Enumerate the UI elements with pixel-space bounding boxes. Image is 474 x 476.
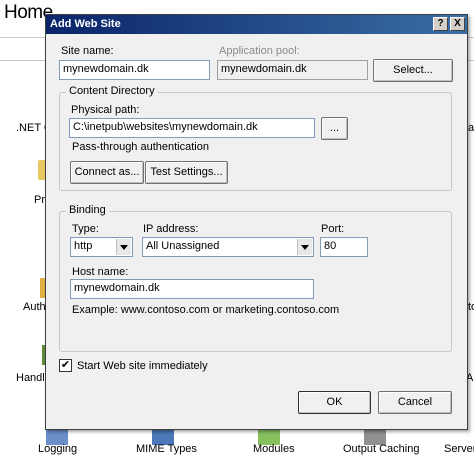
close-button[interactable]: X	[450, 17, 465, 31]
port-label: Port:	[321, 223, 345, 235]
content-directory-legend: Content Directory	[66, 85, 158, 97]
feature-label-mime-types[interactable]: MIME Types	[136, 443, 197, 455]
browse-button[interactable]: ...	[321, 117, 348, 140]
physical-path-label: Physical path:	[71, 104, 140, 116]
ok-button[interactable]: OK	[298, 391, 371, 414]
dialog-titlebar[interactable]: Add Web Site ? X	[46, 15, 467, 34]
auth-text: Pass-through authentication	[72, 141, 209, 153]
ip-address-select[interactable]: All Unassigned	[142, 237, 314, 257]
cancel-button[interactable]: Cancel	[378, 391, 452, 414]
host-name-example: Example: www.contoso.com or marketing.co…	[72, 304, 340, 316]
dialog-title: Add Web Site	[50, 18, 121, 30]
ip-address-value: All Unassigned	[146, 240, 220, 252]
site-name-label: Site name:	[61, 45, 114, 57]
app-pool-label: Application pool:	[219, 45, 300, 57]
test-settings-button[interactable]: Test Settings...	[145, 161, 228, 184]
feature-label-right[interactable]: a	[468, 122, 474, 134]
physical-path-input[interactable]: C:\inetpub\websites\mynewdomain.dk	[69, 118, 315, 138]
site-name-input[interactable]: mynewdomain.dk	[59, 60, 210, 80]
feature-label-server[interactable]: Server	[444, 443, 474, 455]
feature-label-logging[interactable]: Logging	[38, 443, 77, 455]
feature-label-right[interactable]: to	[468, 301, 474, 313]
ip-address-label: IP address:	[143, 223, 199, 235]
app-pool-field: mynewdomain.dk	[217, 60, 368, 80]
feature-label-auth[interactable]: Auth	[23, 301, 46, 313]
chevron-down-icon[interactable]	[297, 239, 312, 255]
feature-label-output-caching[interactable]: Output Caching	[343, 443, 419, 455]
type-label: Type:	[72, 223, 99, 235]
add-web-site-dialog: Add Web Site ? X Site name: mynewdomain.…	[45, 14, 468, 430]
binding-legend: Binding	[66, 204, 109, 216]
chevron-down-icon[interactable]	[116, 239, 131, 255]
select-button[interactable]: Select...	[373, 59, 453, 82]
connect-as-button[interactable]: Connect as...	[70, 161, 144, 184]
port-input[interactable]: 80	[320, 237, 368, 257]
feature-label-modules[interactable]: Modules	[253, 443, 295, 455]
type-value: http	[74, 240, 93, 252]
start-immediately-label[interactable]: Start Web site immediately	[77, 360, 208, 372]
feature-label-pr[interactable]: Pr	[34, 194, 45, 206]
host-name-label: Host name:	[72, 266, 129, 278]
type-select[interactable]: http	[70, 237, 133, 257]
start-immediately-checkbox[interactable]: ✔	[59, 359, 72, 372]
help-button[interactable]: ?	[433, 17, 448, 31]
host-name-input[interactable]: mynewdomain.dk	[70, 279, 314, 299]
